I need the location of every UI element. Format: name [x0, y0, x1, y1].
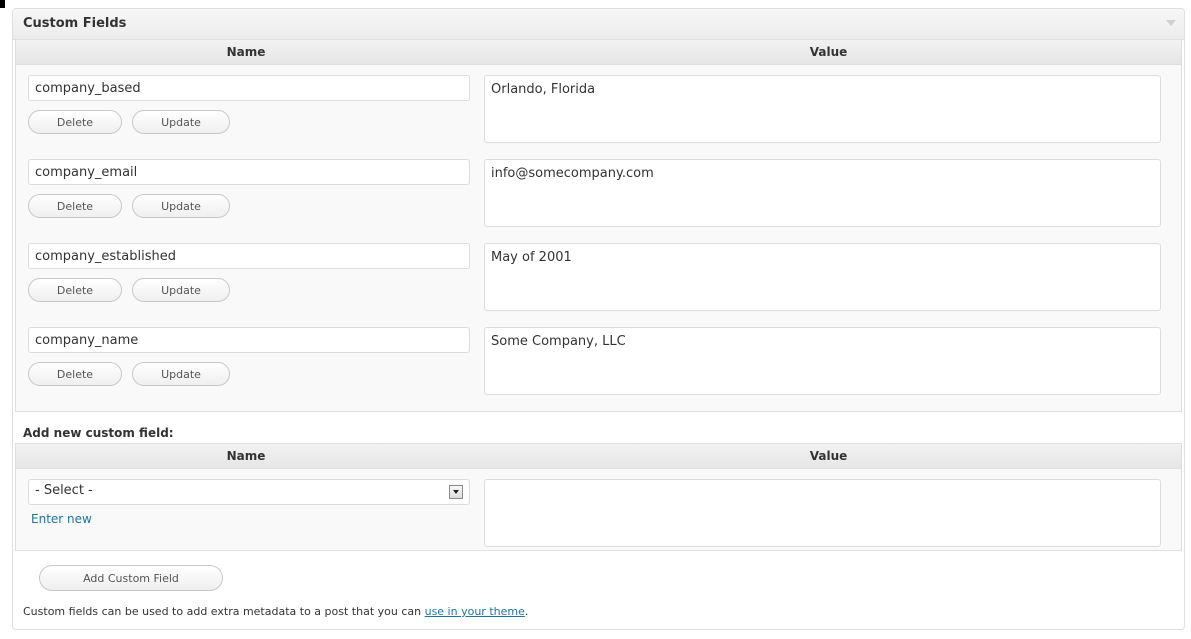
footer-note-text: Custom fields can be used to add extra m…	[23, 605, 425, 618]
box-title: Custom Fields	[23, 16, 127, 31]
value-column-header: Value	[809, 449, 848, 463]
delete-button[interactable]: Delete	[28, 362, 122, 386]
custom-field-row: Delete Update info@somecompany.com	[16, 149, 1181, 233]
field-value-textarea[interactable]: Some Company, LLC	[484, 327, 1161, 395]
custom-field-row: Delete Update Orlando, Florida	[16, 65, 1181, 149]
field-name-select[interactable]: - Select -	[28, 479, 470, 505]
footer-note: Custom fields can be used to add extra m…	[23, 605, 528, 618]
existing-fields-table: Name Value Delete Update Orlando, Florid…	[15, 39, 1182, 412]
select-value: - Select -	[35, 483, 93, 498]
footer-note-end: .	[524, 605, 529, 618]
name-column-header: Name	[226, 449, 266, 463]
add-new-field-table: Name Value - Select - Enter new	[15, 443, 1182, 551]
update-button[interactable]: Update	[132, 110, 230, 134]
field-key-input[interactable]	[28, 327, 470, 353]
table-header: Name Value	[16, 444, 1181, 469]
update-button[interactable]: Update	[132, 194, 230, 218]
field-key-input[interactable]	[28, 159, 470, 185]
table-header: Name Value	[16, 40, 1181, 65]
custom-field-row: Delete Update May of 2001	[16, 233, 1181, 317]
new-field-value-textarea[interactable]	[484, 479, 1161, 547]
name-column-header: Name	[226, 45, 266, 59]
enter-new-link[interactable]: Enter new	[31, 512, 92, 526]
delete-button[interactable]: Delete	[28, 110, 122, 134]
collapse-toggle-icon[interactable]	[1166, 20, 1176, 26]
box-header[interactable]: Custom Fields	[13, 9, 1184, 40]
value-column-header: Value	[809, 45, 848, 59]
field-key-input[interactable]	[28, 243, 470, 269]
update-button[interactable]: Update	[132, 278, 230, 302]
custom-fields-box: Custom Fields Name Value Delete Update O…	[12, 8, 1185, 630]
custom-field-row: Delete Update Some Company, LLC	[16, 317, 1181, 401]
dropdown-arrow-icon[interactable]	[449, 485, 463, 499]
add-custom-field-button[interactable]: Add Custom Field	[39, 565, 223, 591]
field-value-textarea[interactable]: May of 2001	[484, 243, 1161, 311]
new-field-row: - Select - Enter new	[16, 469, 1181, 553]
cursor-mark	[0, 0, 5, 8]
field-value-textarea[interactable]: info@somecompany.com	[484, 159, 1161, 227]
update-button[interactable]: Update	[132, 362, 230, 386]
delete-button[interactable]: Delete	[28, 278, 122, 302]
add-new-field-label: Add new custom field:	[23, 426, 174, 440]
field-value-textarea[interactable]: Orlando, Florida	[484, 75, 1161, 143]
field-key-input[interactable]	[28, 75, 470, 101]
use-in-theme-link[interactable]: use in your theme	[425, 605, 525, 618]
delete-button[interactable]: Delete	[28, 194, 122, 218]
